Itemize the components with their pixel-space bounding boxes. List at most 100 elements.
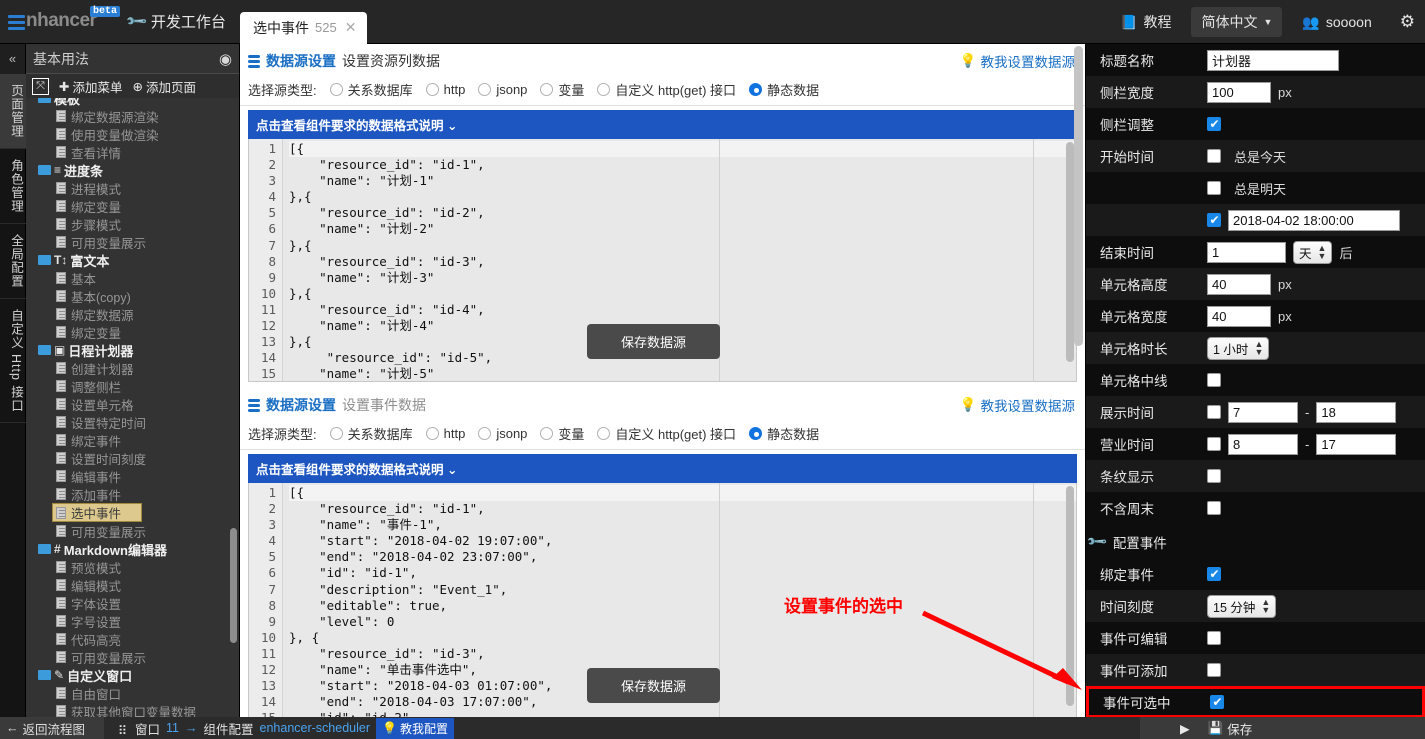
checkbox[interactable] <box>1207 117 1221 131</box>
tree-item[interactable]: 创建计划器 <box>26 359 239 377</box>
text-input[interactable]: 计划器 <box>1207 50 1339 71</box>
tree-item[interactable]: 绑定变量 <box>26 197 239 215</box>
text-input[interactable]: 40 <box>1207 274 1271 295</box>
language-selector[interactable]: 简体中文 ▼ <box>1191 7 1282 37</box>
text-input[interactable]: 18 <box>1316 402 1396 423</box>
dev-workbench-button[interactable]: 🔧 开发工作台 <box>128 11 225 32</box>
user-menu[interactable]: 👥 soooon <box>1288 14 1385 31</box>
tree-item[interactable]: 进程模式 <box>26 179 239 197</box>
radio-custom-http[interactable]: 自定义 http(get) 接口 <box>597 424 736 443</box>
tree-item[interactable]: 基本 <box>26 269 239 287</box>
tree-item[interactable]: 预览模式 <box>26 558 239 576</box>
tree-folder[interactable]: T↕富文本 <box>26 251 239 269</box>
tree-item-selected[interactable]: 选中事件 <box>52 503 142 522</box>
radio-variable[interactable]: 变量 <box>540 424 584 443</box>
tree-item[interactable]: 字体设置 <box>26 594 239 612</box>
tree-item[interactable]: 设置单元格 <box>26 395 239 413</box>
tutorial-button[interactable]: 📘 教程 <box>1106 12 1185 32</box>
radio-relational-db[interactable]: 关系数据库 <box>330 80 413 99</box>
format-hint-bar[interactable]: 点击查看组件要求的数据格式说明 ⌄ <box>248 454 1077 483</box>
tree-item[interactable]: 添加事件 <box>26 485 239 503</box>
sidebar-item-custom-http[interactable]: 自定义 Http 接口 <box>0 299 26 423</box>
tree-folder[interactable]: ✎自定义窗口 <box>26 666 239 684</box>
main-scrollbar[interactable] <box>1074 46 1083 346</box>
radio-http[interactable]: http <box>426 426 466 441</box>
save-datasource-button[interactable]: 保存数据源 <box>587 668 720 703</box>
tree-item[interactable]: 绑定事件 <box>26 431 239 449</box>
text-input[interactable]: 2018-04-02 18:00:00 <box>1228 210 1400 231</box>
close-icon[interactable]: ✕ <box>345 19 357 36</box>
sidebar-item-role-management[interactable]: 角色管理 <box>0 149 26 224</box>
checkbox[interactable] <box>1207 469 1221 483</box>
save-datasource-button[interactable]: 保存数据源 <box>587 324 720 359</box>
code-editor-resource[interactable]: 123456789101112131415 [{ "resource_id": … <box>248 139 1077 382</box>
text-input[interactable]: 7 <box>1228 402 1298 423</box>
tree-scrollbar[interactable] <box>230 528 237 643</box>
text-input[interactable]: 40 <box>1207 306 1271 327</box>
checkbox[interactable] <box>1207 405 1221 419</box>
tree-item[interactable]: 字号设置 <box>26 612 239 630</box>
checkbox[interactable] <box>1207 437 1221 451</box>
radio-custom-http[interactable]: 自定义 http(get) 接口 <box>597 80 736 99</box>
tree-folder[interactable]: ▣日程计划器 <box>26 341 239 359</box>
tree-item[interactable]: 可用变量展示 <box>26 233 239 251</box>
tree-item[interactable]: 绑定变量 <box>26 323 239 341</box>
run-button[interactable]: ▶ <box>1180 721 1190 736</box>
tree-item[interactable]: 自由窗口 <box>26 684 239 702</box>
component-link[interactable]: enhancer-scheduler <box>260 721 371 735</box>
checkbox[interactable] <box>1207 567 1221 581</box>
tree-item[interactable]: 调整侧栏 <box>26 377 239 395</box>
tree-item[interactable]: 设置时间刻度 <box>26 449 239 467</box>
tree-item[interactable]: 查看详情 <box>26 143 239 161</box>
radio-static-data[interactable]: 静态数据 <box>749 424 819 443</box>
sidebar-item-page-management[interactable]: 页面管理 <box>0 74 26 149</box>
text-input[interactable]: 8 <box>1228 434 1298 455</box>
tree-item[interactable]: 代码高亮 <box>26 630 239 648</box>
tab-selected-event[interactable]: 选中事件 525 ✕ <box>240 12 367 44</box>
radio-static-data[interactable]: 静态数据 <box>749 80 819 99</box>
dropdown[interactable]: 1 小时▲▼ <box>1207 337 1269 360</box>
checkbox[interactable] <box>1207 213 1221 227</box>
tree-item[interactable]: 编辑事件 <box>26 467 239 485</box>
text-input[interactable]: 100 <box>1207 82 1271 103</box>
add-page-button[interactable]: ⊕ 添加页面 <box>133 77 197 96</box>
fit-screen-icon[interactable]: ⤧ <box>32 78 49 95</box>
tree-item[interactable]: 编辑模式 <box>26 576 239 594</box>
brand-logo[interactable]: nhancer beta <box>8 11 96 33</box>
tree-item[interactable]: 步骤模式 <box>26 215 239 233</box>
checkbox[interactable] <box>1207 631 1221 645</box>
back-to-flow-button[interactable]: ← 返回流程图 <box>0 717 104 739</box>
radio-jsonp[interactable]: jsonp <box>478 426 527 441</box>
checkbox[interactable] <box>1210 695 1224 709</box>
tree-item[interactable]: 可用变量展示 <box>26 648 239 666</box>
tree-item[interactable]: 使用变量做渲染 <box>26 125 239 143</box>
radio-variable[interactable]: 变量 <box>540 80 584 99</box>
tree-item[interactable]: 绑定数据源 <box>26 305 239 323</box>
checkbox[interactable] <box>1207 149 1221 163</box>
checkbox[interactable] <box>1207 501 1221 515</box>
text-input[interactable]: 17 <box>1316 434 1396 455</box>
dropdown[interactable]: 天▲▼ <box>1293 241 1332 264</box>
format-hint-bar[interactable]: 点击查看组件要求的数据格式说明 ⌄ <box>248 110 1077 139</box>
teach-datasource-link[interactable]: 💡 教我设置数据源 <box>960 51 1075 71</box>
editor-scrollbar[interactable] <box>1066 486 1074 706</box>
tree-item[interactable]: 绑定数据源渲染 <box>26 107 239 125</box>
checkbox[interactable] <box>1207 663 1221 677</box>
tree-item[interactable]: 可用变量展示 <box>26 522 239 540</box>
radio-jsonp[interactable]: jsonp <box>478 82 527 97</box>
checkbox[interactable] <box>1207 181 1221 195</box>
tree-folder[interactable]: #Markdown编辑器 <box>26 540 239 558</box>
save-button[interactable]: 💾 保存 <box>1208 719 1253 738</box>
play-circle-icon[interactable]: ◉ <box>219 50 232 68</box>
checkbox[interactable] <box>1207 373 1221 387</box>
dropdown[interactable]: 15 分钟▲▼ <box>1207 595 1276 618</box>
tree-folder[interactable]: ≡进度条 <box>26 161 239 179</box>
tree-item[interactable]: 获取其他窗口变量数据 <box>26 702 239 717</box>
settings-button[interactable]: ⚙ <box>1386 12 1425 32</box>
editor-scrollbar[interactable] <box>1066 142 1074 362</box>
teach-config-button[interactable]: 💡 教我配置 <box>376 718 454 739</box>
tree-item[interactable]: 基本(copy) <box>26 287 239 305</box>
radio-http[interactable]: http <box>426 82 466 97</box>
collapse-sidebar-button[interactable]: « <box>0 44 25 74</box>
code-editor-event[interactable]: 123456789101112131415 [{ "resource_id": … <box>248 483 1077 719</box>
